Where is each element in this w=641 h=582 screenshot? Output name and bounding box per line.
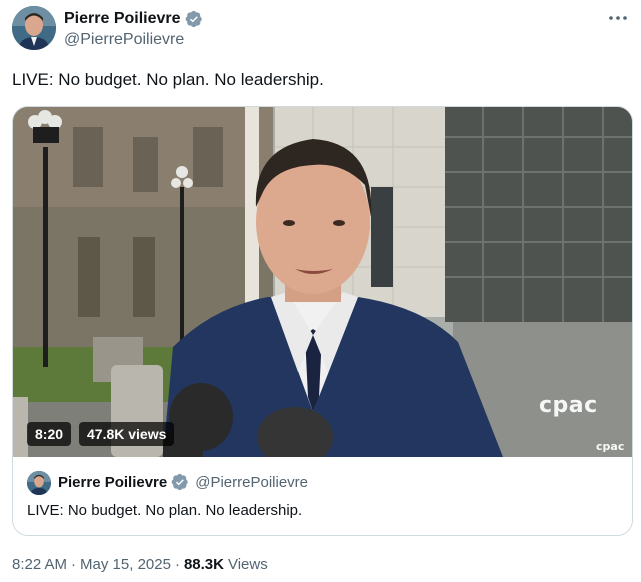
video-view-count: 47.8K views xyxy=(79,422,175,446)
tweet-text: LIVE: No budget. No plan. No leadership. xyxy=(12,70,324,89)
meta-separator: · xyxy=(71,556,77,573)
quote-text: LIVE: No budget. No plan. No leadership. xyxy=(27,502,303,519)
meta-separator: · xyxy=(174,556,180,573)
quoted-tweet[interactable]: Pierre Poilievre @PierrePoilievre LIVE: … xyxy=(13,457,632,535)
author-name-row: Pierre Poilievre xyxy=(64,8,203,30)
media-card: 8:20 47.8K views cpac cpac Pierre Poilie… xyxy=(12,106,633,536)
video-duration: 8:20 xyxy=(27,422,72,446)
tweet-time[interactable]: 8:22 AM xyxy=(12,556,67,573)
author-block: Pierre Poilievre @PierrePoilievre xyxy=(64,8,203,49)
view-count: 88.3K xyxy=(183,556,224,573)
tweet-meta: 8:22 AM · May 15, 2025 · 88.3K Views xyxy=(12,556,268,573)
quote-author-row: Pierre Poilievre @PierrePoilievre xyxy=(58,473,308,491)
video-player[interactable]: 8:20 47.8K views cpac cpac xyxy=(13,107,632,457)
author-display-name[interactable]: Pierre Poilievre xyxy=(64,10,181,28)
tweet-date[interactable]: May 15, 2025 xyxy=(80,556,171,573)
more-dots-icon[interactable] xyxy=(606,8,630,28)
verified-badge-icon xyxy=(171,473,189,491)
cpac-watermark: cpac xyxy=(539,393,598,418)
views-label: Views xyxy=(227,556,268,573)
quote-handle: @PierrePoilievre xyxy=(195,473,308,491)
quote-avatar[interactable] xyxy=(27,471,51,495)
quote-display-name[interactable]: Pierre Poilievre xyxy=(58,474,167,491)
cpac-watermark-small: cpac xyxy=(596,440,625,453)
avatar[interactable] xyxy=(12,6,56,50)
tweet-header: Pierre Poilievre @PierrePoilievre xyxy=(12,6,630,54)
author-handle[interactable]: @PierrePoilievre xyxy=(64,31,203,49)
verified-badge-icon[interactable] xyxy=(185,10,203,28)
